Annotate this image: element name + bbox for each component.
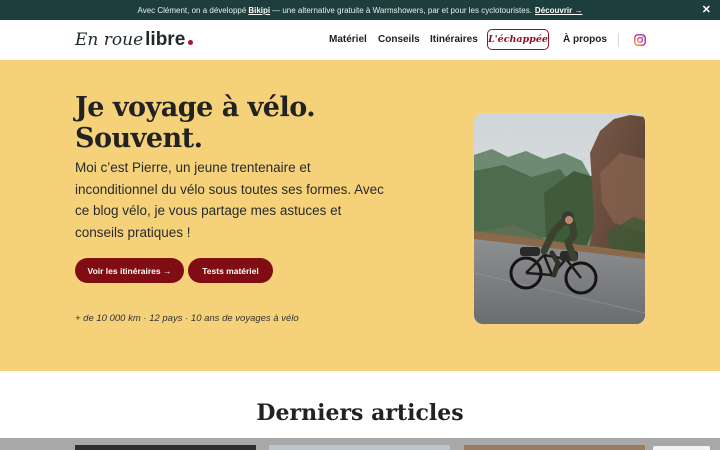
nav-item-echappee[interactable]: L'échappée (487, 29, 549, 50)
article-card-4-image[interactable] (653, 446, 710, 450)
hero-section: Je voyage à vélo. Souvent. Moi c’est Pie… (0, 60, 720, 371)
site-logo[interactable]: En roue libre (75, 29, 194, 51)
site-header: En roue libre Matériel Conseils Itinérair… (0, 20, 720, 60)
hero-stats: + de 10 000 km · 12 pays · 10 ans de voy… (75, 313, 299, 324)
gear-tests-button[interactable]: Tests matériel (188, 258, 273, 283)
hero-photo-cyclist (474, 113, 645, 324)
hero-title-line-1: Je voyage à vélo. (75, 92, 316, 123)
hero-title: Je voyage à vélo. Souvent. (75, 92, 405, 154)
announcement-prefix: Avec Clément, on a développé (137, 5, 247, 15)
hero-title-line-2: Souvent. (75, 123, 203, 154)
nav-item-a-propos[interactable]: À propos (563, 34, 607, 45)
logo-dot-icon (188, 40, 194, 45)
article-card-3-image[interactable] (464, 445, 645, 450)
latest-articles-heading: Derniers articles (256, 400, 464, 426)
close-icon[interactable]: ✕ (702, 4, 711, 16)
nav-item-itineraires[interactable]: Itinéraires (430, 34, 478, 45)
announcement-cta-link[interactable]: Découvrir → (535, 6, 583, 15)
announcement-middle: — une alternative gratuite à Warmshowers… (272, 5, 532, 15)
logo-italic: En roue (75, 30, 144, 50)
nav-item-conseils[interactable]: Conseils (378, 34, 420, 45)
hero-intro: Moi c’est Pierre, un jeune trentenaire e… (75, 160, 384, 240)
nav-divider (618, 33, 619, 47)
article-card-1-image[interactable] (75, 445, 256, 450)
see-itineraries-button[interactable]: Voir les itinéraires → (75, 258, 184, 283)
cyclist-mountain-image (474, 113, 645, 324)
announcement-link-bikipi[interactable]: Bikipi (248, 6, 270, 15)
nav-item-materiel[interactable]: Matériel (329, 34, 367, 45)
logo-bold: libre (145, 29, 186, 50)
announcement-bar: Avec Clément, on a développé Bikipi — un… (0, 0, 720, 20)
article-card-2-image[interactable] (269, 445, 450, 450)
instagram-icon[interactable] (634, 34, 646, 46)
